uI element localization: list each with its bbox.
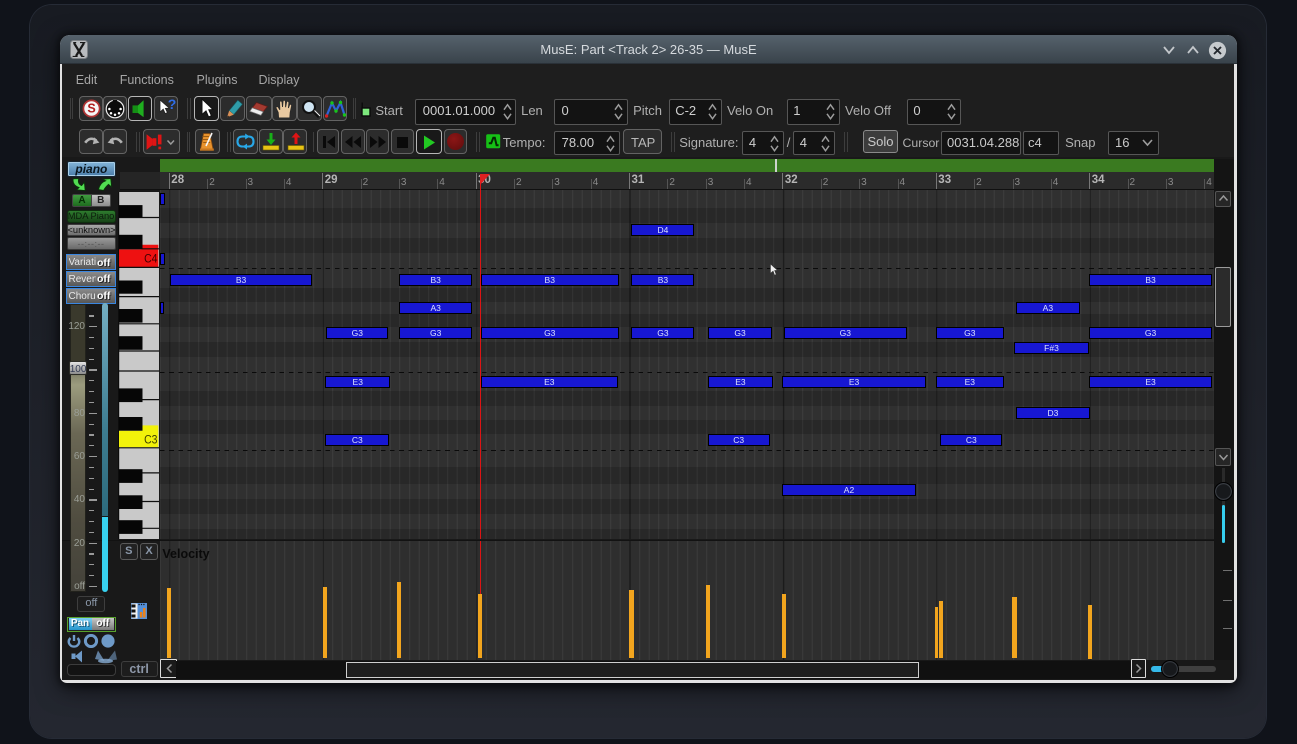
svg-text:C3: C3	[144, 434, 157, 447]
svg-text:C4: C4	[144, 253, 157, 266]
svg-text:S: S	[87, 102, 95, 116]
svg-text:?: ?	[167, 98, 176, 112]
